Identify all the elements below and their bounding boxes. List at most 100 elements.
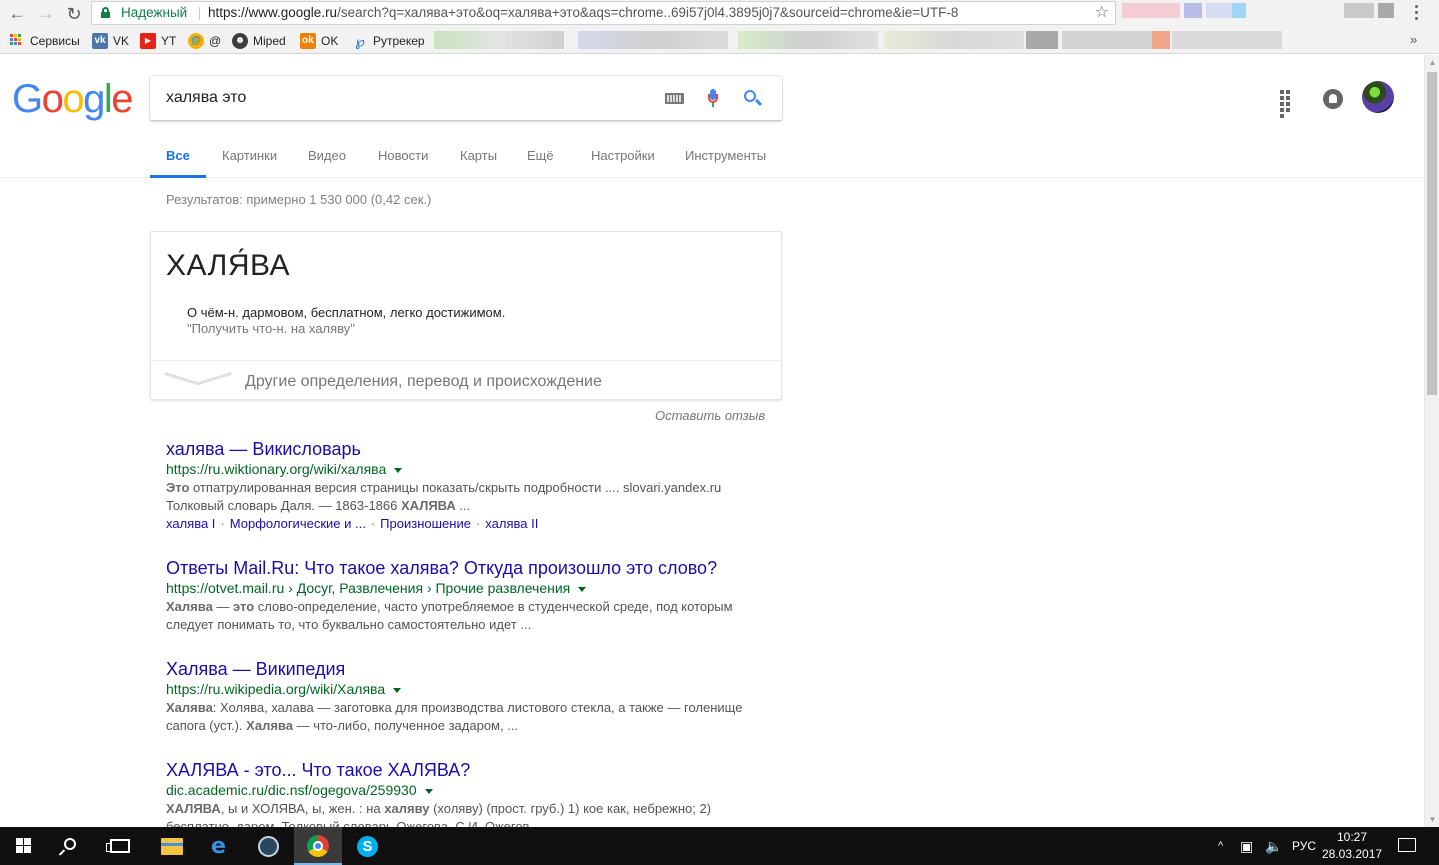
page-scrollbar[interactable]: ▲ ▼ <box>1424 55 1439 827</box>
bookmark-vk[interactable]: vk VK <box>92 33 129 49</box>
result-snippet: ХАЛЯВА, ы и ХОЛЯВА, ы, жен. : на халяву … <box>166 801 712 827</box>
reload-icon[interactable]: ↻ <box>63 3 85 25</box>
result-title[interactable]: Ответы Mail.Ru: Что такое халява? Откуда… <box>166 557 766 579</box>
tab-tools[interactable]: Инструменты <box>685 143 766 178</box>
sitelink[interactable]: халява I <box>166 516 215 531</box>
extension-icon[interactable] <box>1378 3 1394 18</box>
google-header: Google Все Картинки Видео Новости Карты … <box>0 55 1424 178</box>
bookmark-services[interactable]: Сервисы <box>10 33 80 49</box>
tab-news[interactable]: Новости <box>378 143 428 178</box>
tab-maps[interactable]: Карты <box>460 143 497 178</box>
dictionary-example: "Получить что-н. на халяву" <box>187 321 355 336</box>
google-logo[interactable]: Google <box>12 75 133 123</box>
blurred-bookmark[interactable] <box>578 31 728 49</box>
search-input[interactable] <box>166 87 646 109</box>
result-snippet: Халява — это слово-определение, часто уп… <box>166 599 733 632</box>
blurred-bookmark[interactable] <box>884 31 1024 49</box>
caret-down-icon[interactable] <box>424 788 433 794</box>
result-url: https://otvet.mail.ru › Досуг, Развлечен… <box>166 579 766 598</box>
taskbar-search-button[interactable] <box>48 827 96 865</box>
extension-icon[interactable] <box>1184 3 1202 18</box>
url-text: https://www.google.ru/search?q=халява+эт… <box>208 5 959 20</box>
keyboard-icon[interactable] <box>665 93 684 104</box>
dictionary-word: ХАЛЯ́ВА <box>166 249 291 282</box>
task-view-button[interactable] <box>96 827 144 865</box>
language-indicator[interactable]: РУС <box>1292 827 1316 865</box>
caret-down-icon[interactable] <box>394 467 403 473</box>
result-title[interactable]: Халява — Википедия <box>166 658 766 680</box>
notifications-icon[interactable] <box>1323 89 1343 109</box>
tab-settings[interactable]: Настройки <box>591 143 655 178</box>
tab-images[interactable]: Картинки <box>222 143 277 178</box>
blurred-bookmark[interactable] <box>1172 31 1282 49</box>
result-url: https://ru.wikipedia.org/wiki/Халява <box>166 680 766 699</box>
windows-logo-icon <box>16 838 32 854</box>
back-arrow-icon[interactable]: ← <box>6 3 28 25</box>
microphone-icon[interactable] <box>708 89 718 109</box>
blurred-bookmark[interactable] <box>1062 31 1152 49</box>
chevron-up-icon[interactable]: ^ <box>1218 827 1223 865</box>
file-explorer-icon <box>161 838 183 855</box>
bookmark-star-icon[interactable]: ☆ <box>1095 2 1109 24</box>
taskbar: e S ^ ▣ 🔈 РУС 10:27 28.03.2017 <box>0 827 1439 865</box>
taskbar-explorer[interactable] <box>148 827 196 865</box>
tab-more[interactable]: Ещё <box>527 143 554 178</box>
bookmark-yt[interactable]: ▶ YT <box>140 33 176 49</box>
result-title[interactable]: ХАЛЯВА - это... Что такое ХАЛЯВА? <box>166 759 766 781</box>
blurred-bookmark[interactable] <box>1152 31 1170 49</box>
blurred-bookmark[interactable] <box>1026 31 1058 49</box>
tab-all[interactable]: Все <box>150 143 206 178</box>
scroll-down-icon[interactable]: ▼ <box>1425 812 1439 827</box>
taskbar-chrome[interactable] <box>294 827 342 865</box>
bookmark-miped[interactable]: ☻ Miped <box>232 33 286 49</box>
bookmarks-overflow-icon[interactable]: » <box>1410 32 1417 47</box>
more-definitions-link[interactable]: Другие определения, перевод и происхожде… <box>245 373 602 391</box>
search-result: Халява — Википедия https://ru.wikipedia.… <box>166 658 766 735</box>
bookmark-mail[interactable]: @ @ <box>188 33 221 49</box>
tab-video[interactable]: Видео <box>308 143 346 178</box>
forward-arrow-icon[interactable]: → <box>35 3 57 25</box>
sitelink[interactable]: Морфологические и ... <box>230 516 366 531</box>
page-viewport: Google Все Картинки Видео Новости Карты … <box>0 55 1424 827</box>
search-box <box>150 76 782 120</box>
scroll-up-icon[interactable]: ▲ <box>1425 55 1439 70</box>
caret-down-icon[interactable] <box>393 687 402 693</box>
caret-down-icon[interactable] <box>578 586 587 592</box>
taskbar-clock[interactable]: 10:27 28.03.2017 <box>1322 829 1382 863</box>
blurred-bookmark[interactable] <box>434 31 564 49</box>
extension-icon[interactable] <box>1232 3 1246 18</box>
result-snippet: Халява: Холява, халава — заготовка для п… <box>166 700 743 733</box>
network-icon[interactable]: ▣ <box>1240 827 1253 865</box>
mail-icon: @ <box>188 33 204 49</box>
chevron-down-icon[interactable] <box>165 372 231 392</box>
start-button[interactable] <box>0 827 48 865</box>
browser-menu-icon[interactable] <box>1415 5 1419 23</box>
bookmark-rutracker[interactable]: ℘ Рутрекер <box>352 33 424 49</box>
edge-icon: e <box>211 834 226 859</box>
youtube-icon: ▶ <box>140 33 156 49</box>
bookmark-ok[interactable]: ok OK <box>300 33 338 49</box>
taskbar-edge[interactable]: e <box>196 827 244 865</box>
sitelink[interactable]: Произношение <box>380 516 471 531</box>
search-icon[interactable] <box>743 89 763 109</box>
extension-icon[interactable] <box>1122 3 1180 18</box>
feedback-link[interactable]: Оставить отзыв <box>655 408 765 423</box>
volume-icon[interactable]: 🔈 <box>1265 827 1282 865</box>
search-result: халява — Викисловарь https://ru.wiktiona… <box>166 438 766 533</box>
search-result: ХАЛЯВА - это... Что такое ХАЛЯВА? dic.ac… <box>166 759 766 827</box>
scroll-thumb[interactable] <box>1427 72 1437 395</box>
extension-icon[interactable] <box>1344 3 1374 18</box>
blurred-bookmark[interactable] <box>738 31 878 49</box>
search-icon <box>64 838 76 850</box>
taskbar-skype[interactable]: S <box>343 827 391 865</box>
clock-time: 10:27 <box>1336 830 1368 844</box>
taskbar-steam[interactable] <box>244 827 292 865</box>
browser-toolbar: ← → ↻ Надежный https://www.google.ru/sea… <box>0 0 1439 28</box>
address-bar[interactable]: Надежный https://www.google.ru/search?q=… <box>91 1 1116 25</box>
result-title[interactable]: халява — Викисловарь <box>166 438 766 460</box>
sitelink[interactable]: халява II <box>485 516 538 531</box>
clock-date: 28.03.2017 <box>1322 847 1383 861</box>
action-center-icon[interactable] <box>1398 838 1416 852</box>
avatar[interactable] <box>1362 81 1394 113</box>
google-apps-icon[interactable] <box>1280 90 1297 118</box>
